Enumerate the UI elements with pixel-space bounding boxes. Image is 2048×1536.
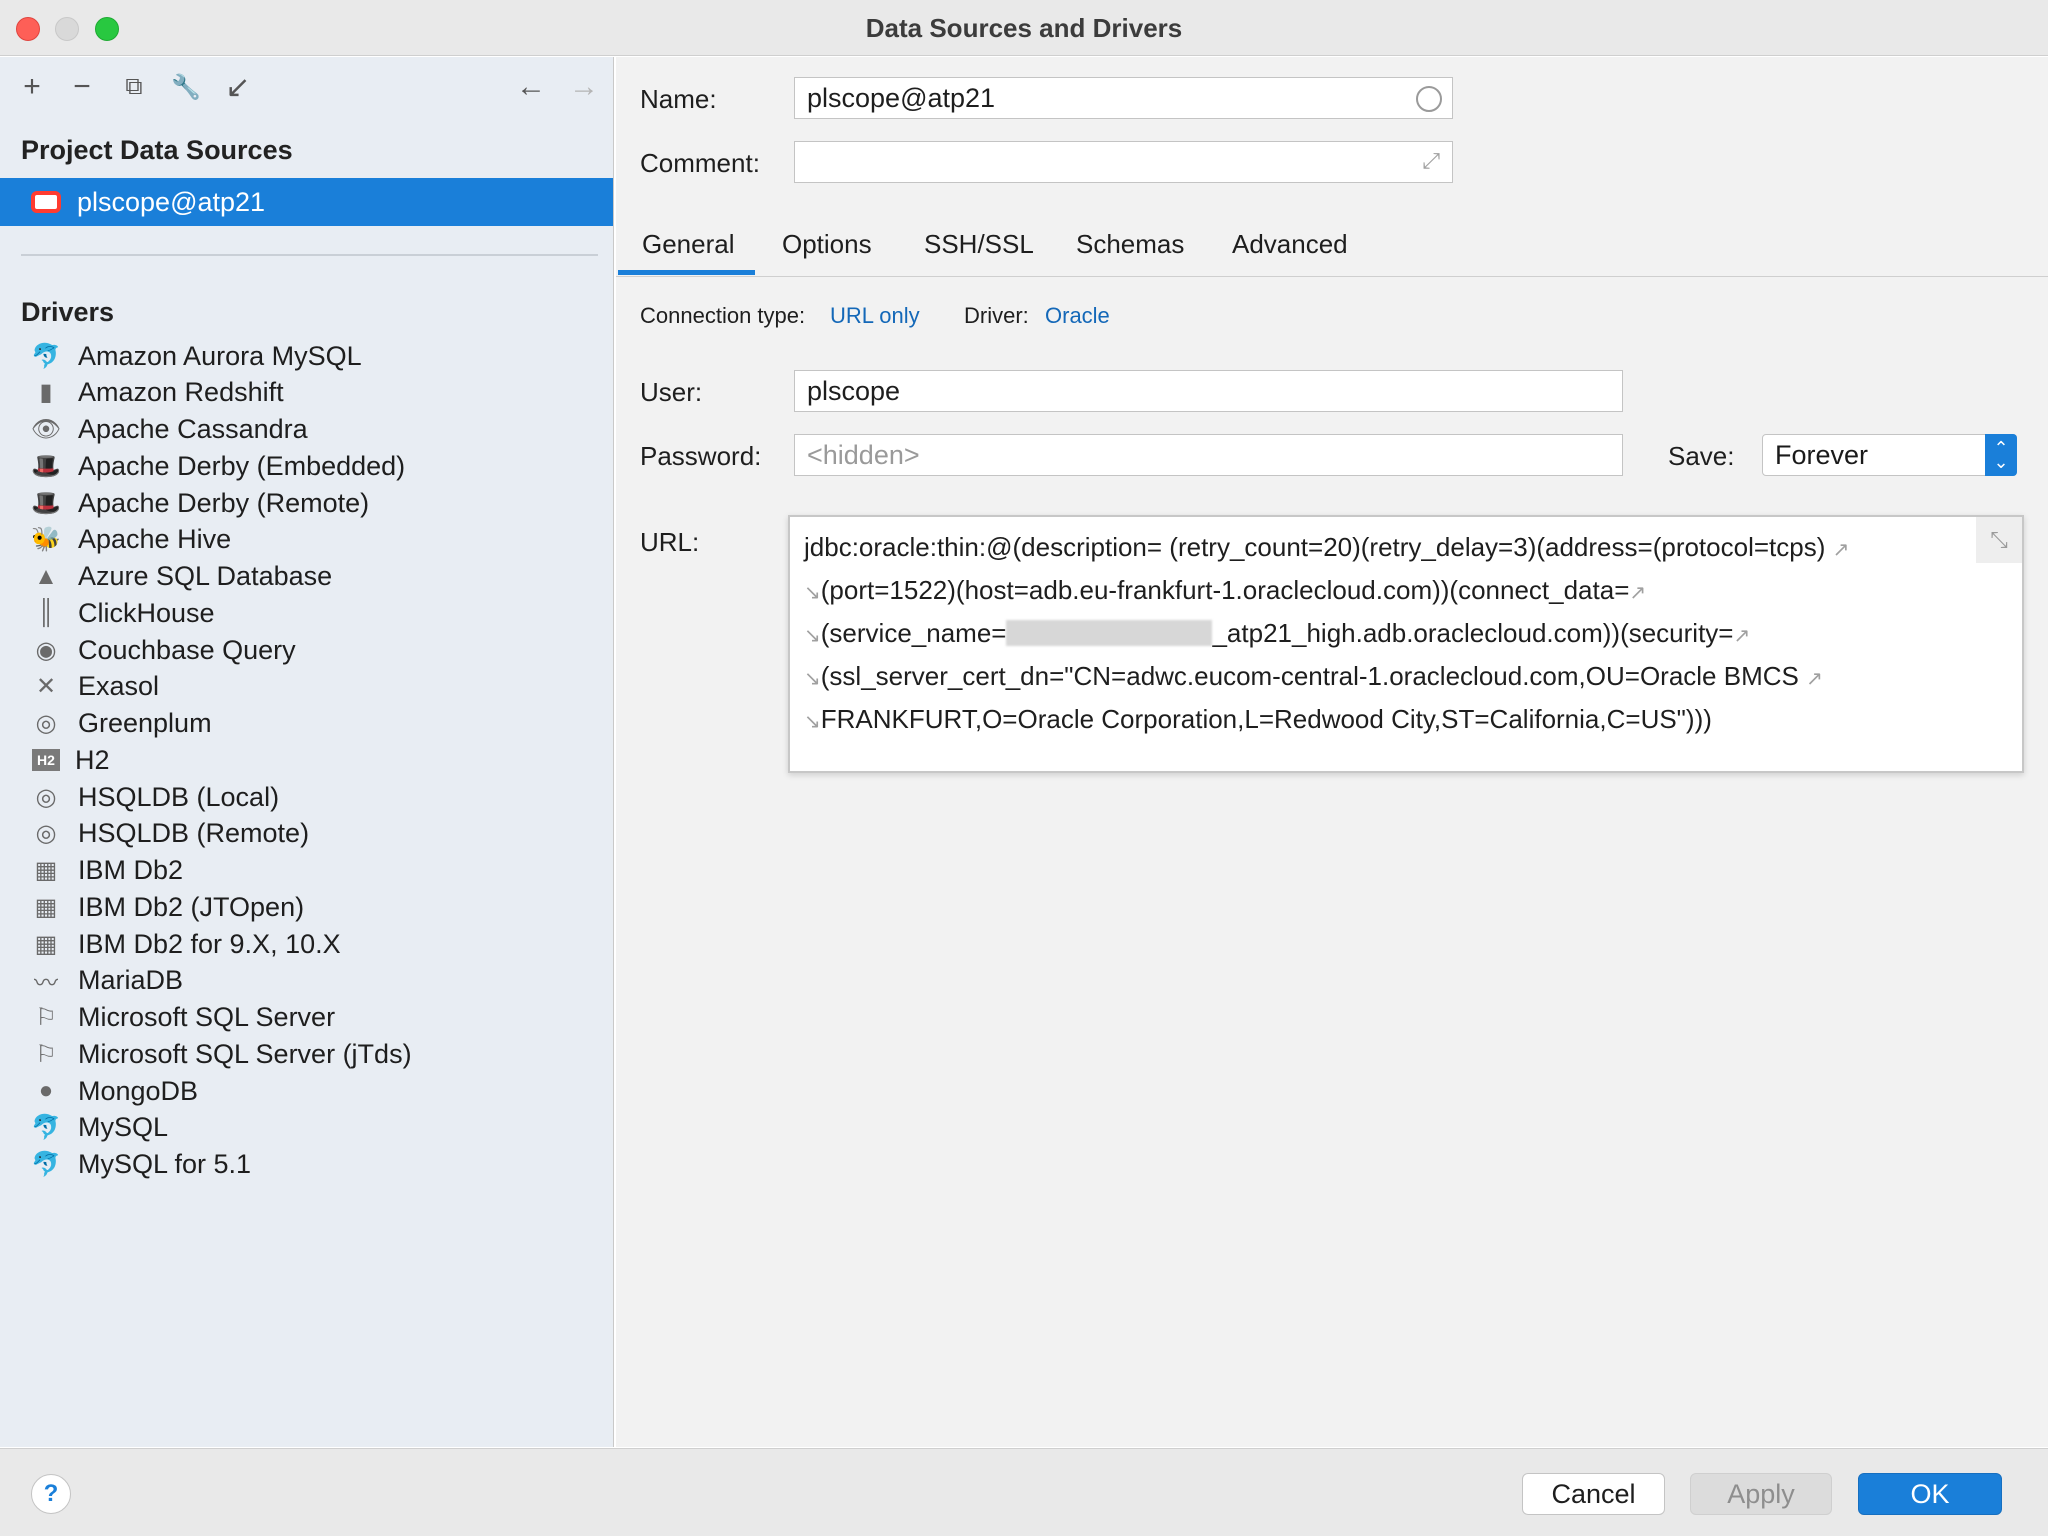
driver-label: MariaDB <box>78 965 184 996</box>
right-panel: Name: plscope@atp21 Comment: ⤢ General O… <box>616 57 2048 1447</box>
url-line: ↘(ssl_server_cert_dn="CN=adwc.eucom-cent… <box>804 661 1823 691</box>
project-data-sources-header: Project Data Sources <box>21 135 293 165</box>
password-label: Password: <box>640 441 762 471</box>
url-line: ↘(port=1522)(host=adb.eu-frankfurt-1.ora… <box>804 575 1647 605</box>
tab-options[interactable]: Options <box>782 229 872 260</box>
driver-label: Apache Cassandra <box>78 414 308 444</box>
tab-advanced[interactable]: Advanced <box>1232 229 1348 260</box>
url-editor[interactable]: ⤡ jdbc:oracle:thin:@(description= (retry… <box>788 515 2024 773</box>
soft-wrap-icon: ↗ <box>1832 539 1850 561</box>
import-icon[interactable]: ↙ <box>218 67 258 107</box>
divider <box>21 254 598 256</box>
soft-wrap-icon: ↘ <box>804 711 821 733</box>
add-icon[interactable]: + <box>12 67 52 107</box>
driver-label: Exasol <box>78 671 160 702</box>
user-field[interactable]: plscope <box>794 370 1623 412</box>
driver-label: MySQL <box>78 1112 169 1143</box>
driver-item[interactable]: 🐬 MySQL for 5.1 <box>0 1141 613 1189</box>
name-label: Name: <box>640 84 717 114</box>
cancel-button[interactable]: Cancel <box>1522 1473 1665 1515</box>
driver-label: Amazon Aurora MySQL <box>78 340 362 371</box>
connection-type-link[interactable]: URL only <box>830 303 920 329</box>
url-line: jdbc:oracle:thin:@(description= (retry_c… <box>804 532 1850 562</box>
driver-label: Azure SQL Database <box>78 561 333 591</box>
driver-label: Apache Derby (Embedded) <box>78 450 406 481</box>
remove-icon[interactable]: − <box>62 67 102 107</box>
save-label: Save: <box>1668 441 1735 471</box>
tab-schemas[interactable]: Schemas <box>1076 229 1184 260</box>
url-line: ↘(service_name= _atp21_high.adb.oracleclo… <box>804 618 1751 648</box>
title-bar: Data Sources and Drivers <box>0 0 2048 56</box>
wrench-icon[interactable]: 🔧 <box>166 67 206 107</box>
forward-arrow-icon[interactable]: → <box>564 67 604 107</box>
connection-type-label: Connection type: <box>640 303 806 328</box>
driver-label: Microsoft SQL Server <box>78 1002 336 1032</box>
window-title: Data Sources and Drivers <box>865 13 1183 43</box>
footer-bar: ? Cancel Apply OK <box>0 1448 2048 1536</box>
soft-wrap-icon: ↗ <box>1733 625 1751 647</box>
comment-label: Comment: <box>640 148 760 178</box>
ok-button[interactable]: OK <box>1858 1473 2002 1515</box>
user-value: plscope <box>807 375 901 406</box>
driver-label: IBM Db2 <box>78 855 184 885</box>
data-source-label: plscope@atp21 <box>77 186 266 217</box>
driver-label: IBM Db2 (JTOpen) <box>78 891 305 922</box>
save-select[interactable]: Forever ⌃ ⌄ <box>1762 434 2017 476</box>
soft-wrap-icon: ↘ <box>804 668 821 690</box>
soft-wrap-icon: ↗ <box>1806 668 1823 690</box>
driver-label: MongoDB <box>78 1075 199 1106</box>
tab-general[interactable]: General <box>642 229 735 260</box>
redacted-text <box>1006 620 1213 646</box>
driver-icon: H2 <box>32 749 60 772</box>
driver-label: HSQLDB (Local) <box>78 781 280 812</box>
tab-ssh-ssl[interactable]: SSH/SSL <box>924 229 1034 260</box>
collapse-icon[interactable]: ⤡ <box>1976 517 2022 563</box>
driver-label: Apache Hive <box>78 524 232 555</box>
color-circle-icon[interactable] <box>1416 86 1442 112</box>
driver-icon: 🐬 <box>31 1151 61 1178</box>
url-label: URL: <box>640 527 700 557</box>
drivers-header: Drivers <box>21 297 115 327</box>
driver-label: HSQLDB (Remote) <box>78 818 310 849</box>
save-value: Forever <box>1775 439 1869 470</box>
driver-label: Apache Derby (Remote) <box>78 487 370 518</box>
driver-label: Microsoft SQL Server (jTds) <box>78 1038 412 1069</box>
driver-label: MySQL for 5.1 <box>78 1149 252 1179</box>
soft-wrap-icon: ↘ <box>804 625 821 647</box>
comment-field[interactable]: ⤢ <box>794 141 1453 183</box>
driver-label: ClickHouse <box>78 597 215 628</box>
password-placeholder: <hidden> <box>807 439 920 470</box>
tab-bar: General Options SSH/SSL Schemas Advanced <box>616 217 2048 277</box>
left-panel: + − ⧉ 🔧 ↙ ← → Project Data Sources plsco… <box>0 57 614 1447</box>
password-field[interactable]: <hidden> <box>794 434 1623 476</box>
user-label: User: <box>640 377 703 407</box>
help-button[interactable]: ? <box>31 1474 71 1514</box>
oracle-icon <box>31 191 61 213</box>
soft-wrap-icon: ↘ <box>804 582 821 604</box>
soft-wrap-icon: ↗ <box>1629 582 1647 604</box>
name-field[interactable]: plscope@atp21 <box>794 77 1453 119</box>
driver-label: Greenplum <box>78 708 212 738</box>
driver-label: IBM Db2 for 9.X, 10.X <box>78 928 341 959</box>
chevron-up-down-icon: ⌃ ⌄ <box>1985 434 2017 476</box>
active-tab-indicator <box>618 270 755 275</box>
duplicate-icon[interactable]: ⧉ <box>114 67 154 107</box>
expand-icon[interactable]: ⤢ <box>1422 148 1440 174</box>
back-arrow-icon[interactable]: ← <box>511 67 551 107</box>
apply-button[interactable]: Apply <box>1690 1473 1832 1515</box>
driver-link[interactable]: Oracle <box>1045 303 1110 329</box>
driver-label: Driver: <box>964 303 1029 328</box>
name-value: plscope@atp21 <box>807 82 996 113</box>
data-source-item[interactable]: plscope@atp21 <box>0 178 613 226</box>
url-line: ↘FRANKFURT,O=Oracle Corporation,L=Redwoo… <box>804 704 1712 734</box>
driver-label: Amazon Redshift <box>78 377 284 408</box>
driver-label: H2 <box>75 744 110 775</box>
driver-label: Couchbase Query <box>78 634 296 665</box>
